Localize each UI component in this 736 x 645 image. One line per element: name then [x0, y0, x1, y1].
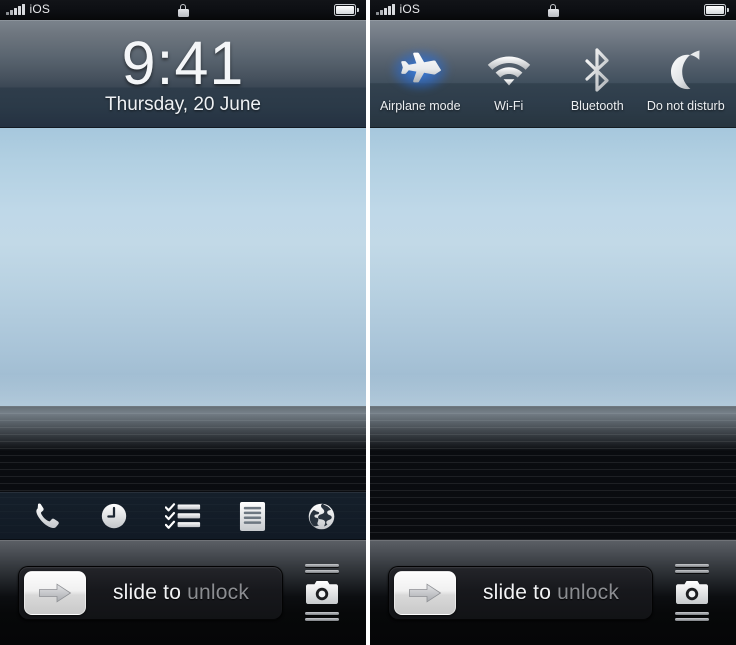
slider-knob-right[interactable]: [394, 570, 456, 615]
slide-text-secondary: unlock: [557, 580, 620, 604]
battery-icon: [704, 4, 729, 16]
grabber-handle-icon: [675, 564, 709, 573]
toggle-wifi-label: Wi-Fi: [494, 99, 524, 113]
status-bar-right: [334, 4, 366, 16]
bluetooth-icon-wrap: [582, 44, 612, 96]
battery-icon: [334, 4, 359, 16]
slide-text-primary: slide to: [482, 580, 552, 604]
clock-time: 9:41: [121, 29, 245, 97]
slide-to-unlock-slider[interactable]: slide to unlock: [18, 565, 283, 620]
slide-to-unlock-label-right: slide to unlock: [456, 581, 652, 605]
grabber-handle-icon: [305, 564, 339, 573]
right-arrow-icon: [409, 582, 442, 603]
notes-icon: [239, 501, 265, 531]
slide-text-primary: slide to: [112, 580, 182, 604]
quick-launch-item-reminders[interactable]: [155, 496, 211, 536]
right-arrow-icon: [39, 582, 72, 603]
status-bar-right-right-panel: [704, 4, 736, 16]
left-lockscreen-panel: iOS 9:41 Thursday, 20 June slide to unlo…: [0, 0, 366, 645]
status-bar-left-right-panel: iOS: [370, 0, 420, 20]
camera-icon: [676, 581, 708, 604]
toggle-airplane-mode[interactable]: Airplane mode: [376, 30, 464, 116]
carrier-label: iOS: [29, 2, 51, 16]
bluetooth-icon: [585, 48, 609, 92]
quick-launch-item-notes[interactable]: [224, 496, 280, 536]
camera-icon: [306, 581, 338, 604]
wifi-icon-wrap: [485, 44, 533, 96]
clock-icon: [101, 503, 126, 529]
camera-grabber[interactable]: [296, 554, 348, 632]
wallpaper-horizon-right: [370, 374, 736, 452]
quick-launch-row: [0, 492, 366, 540]
status-bar-right-panel: iOS: [370, 0, 736, 20]
toggle-do-not-disturb[interactable]: Do not disturb: [642, 30, 730, 116]
grabber-handle-icon-lower: [305, 612, 339, 621]
lockscreen-clock-banner: 9:41 Thursday, 20 June: [0, 20, 366, 128]
slide-text-secondary: unlock: [187, 580, 250, 604]
dual-lockscreen-comparison: iOS 9:41 Thursday, 20 June slide to unlo…: [0, 0, 736, 645]
quick-launch-item-clock[interactable]: [86, 496, 142, 536]
status-bar-center: [0, 0, 366, 20]
status-bar: iOS: [0, 0, 366, 20]
quick-launch-item-safari[interactable]: [293, 496, 349, 536]
grabber-handle-icon-lower: [675, 612, 709, 621]
unlock-tray-right: slide to unlock: [370, 540, 736, 645]
slide-to-unlock-slider-right[interactable]: slide to unlock: [388, 565, 653, 620]
unlock-tray: slide to unlock: [0, 540, 366, 645]
wifi-icon: [487, 56, 530, 86]
moon-icon-wrap: [666, 44, 706, 96]
moon-icon: [670, 50, 700, 90]
cellular-signal-icon: [376, 4, 395, 20]
safari-globe-icon: [308, 503, 335, 529]
status-bar-left: iOS: [0, 0, 50, 20]
control-center-banner: Airplane mode Wi-Fi Bluetooth Do not dis…: [370, 20, 736, 128]
toggle-bluetooth-label: Bluetooth: [570, 99, 624, 113]
padlock-icon: [177, 3, 189, 17]
camera-grabber-right[interactable]: [666, 554, 718, 632]
quick-launch-item-phone[interactable]: [17, 496, 73, 536]
toggle-bluetooth[interactable]: Bluetooth: [553, 30, 641, 116]
wallpaper-horizon: [0, 374, 366, 452]
panel-divider: [366, 0, 370, 645]
cellular-signal-icon: [6, 4, 25, 20]
toggle-airplane-mode-label: Airplane mode: [379, 99, 461, 113]
clock-date: Thursday, 20 June: [105, 94, 261, 115]
phone-icon: [35, 503, 59, 529]
carrier-label: iOS: [399, 2, 421, 16]
reminders-checklist-icon: [164, 503, 201, 529]
padlock-icon: [547, 3, 559, 17]
right-lockscreen-panel: iOS Airplane mode Wi-Fi Bluetooth Do not…: [370, 0, 736, 645]
slider-knob[interactable]: [24, 570, 86, 615]
slide-to-unlock-label: slide to unlock: [86, 581, 282, 605]
status-bar-center-right-panel: [370, 0, 736, 20]
toggle-do-not-disturb-label: Do not disturb: [646, 99, 725, 113]
airplane-icon-wrap: [389, 44, 452, 96]
airplane-icon: [401, 52, 442, 83]
toggle-wifi[interactable]: Wi-Fi: [465, 30, 553, 116]
